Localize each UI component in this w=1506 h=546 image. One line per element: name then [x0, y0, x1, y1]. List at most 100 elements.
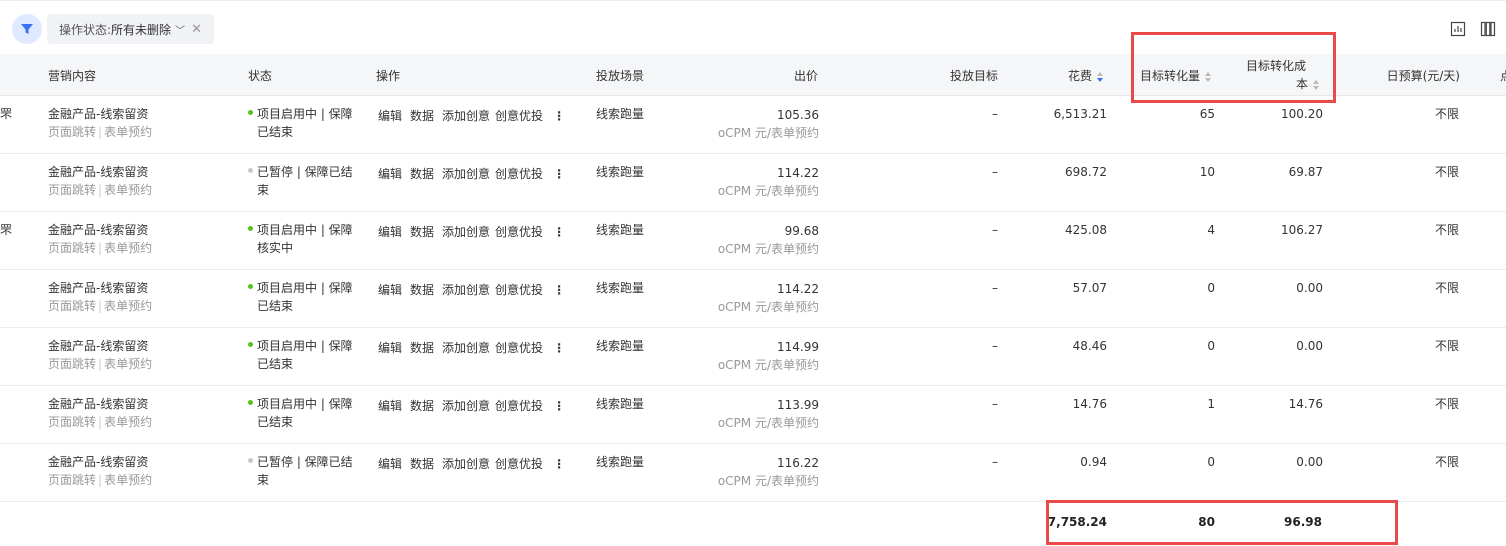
ops-cell: 编辑 数据 添加创意 创意优投 ⋮: [378, 281, 573, 299]
more-icon[interactable]: ⋮: [553, 225, 565, 239]
more-icon[interactable]: ⋮: [553, 457, 565, 471]
content-sub1: 页面跳转: [48, 125, 97, 139]
bid-cell: 116.22 oCPM 元/表单预约: [690, 454, 819, 490]
sort-desc-icon[interactable]: [1096, 71, 1104, 83]
conv-cost-cell: 0.00: [1296, 339, 1323, 353]
edit-link[interactable]: 编辑: [378, 341, 402, 355]
more-icon[interactable]: ⋮: [553, 283, 565, 297]
col-cut: 点: [1500, 67, 1506, 84]
status-text-1: 项目启用中 | 保障: [257, 397, 353, 411]
filter-tag-value: 所有未删除: [111, 22, 172, 37]
ops-cell: 编辑 数据 添加创意 创意优投 ⋮: [378, 223, 573, 241]
edit-link[interactable]: 编辑: [378, 457, 402, 471]
add-creative-link[interactable]: 添加创意: [442, 341, 490, 355]
content-sub2: 表单预约: [104, 415, 153, 429]
content-title[interactable]: 金融产品-线索留资: [48, 163, 152, 181]
edit-link[interactable]: 编辑: [378, 167, 402, 181]
creative-optimize-link[interactable]: 创意优投: [495, 341, 543, 355]
data-link[interactable]: 数据: [410, 341, 434, 355]
table-row: 金融产品-线索留资 页面跳转 | 表单预约 已暂停 | 保障已结 束 编辑 数据 添加创…: [0, 154, 1506, 212]
status-dot: [248, 342, 253, 347]
status-cell: 项目启用中 | 保障 已结束: [248, 105, 358, 141]
content-cell: 金融产品-线索留资 页面跳转 | 表单预约: [48, 221, 153, 255]
data-link[interactable]: 数据: [410, 283, 434, 297]
add-creative-link[interactable]: 添加创意: [442, 283, 490, 297]
conv-cell: 0: [1207, 339, 1215, 353]
edit-link[interactable]: 编辑: [378, 399, 402, 413]
creative-optimize-link[interactable]: 创意优投: [495, 457, 543, 471]
data-link[interactable]: 数据: [410, 225, 434, 239]
status-dot: [248, 168, 253, 173]
cost-cell: 0.94: [1080, 455, 1107, 469]
bid-cell: 105.36 oCPM 元/表单预约: [690, 106, 819, 142]
highlight-box-header: [1131, 32, 1336, 103]
more-icon[interactable]: ⋮: [553, 109, 565, 123]
table-row: 罘 金融产品-线索留资 页面跳转 | 表单预约 项目启用中 | 保障 核实中 编辑数…: [0, 212, 1506, 270]
content-title[interactable]: 金融产品-线索留资: [48, 453, 152, 471]
budget-cell: 不限: [1434, 281, 1459, 295]
content-cell: 金融产品-线索留资 页面跳转 | 表单预约: [48, 395, 153, 429]
more-icon[interactable]: ⋮: [553, 399, 565, 413]
creative-optimize-link[interactable]: 创意优投: [495, 225, 543, 239]
filter-button[interactable]: [12, 14, 42, 44]
status-cell: 项目启用中 | 保障 已结束: [248, 279, 358, 315]
conv-cell: 1: [1207, 397, 1215, 411]
bid-value: 116.22: [777, 456, 819, 470]
add-creative-link[interactable]: 添加创意: [442, 225, 490, 239]
content-title[interactable]: 金融产品-线索留资: [48, 395, 152, 413]
content-sub2: 表单预约: [104, 125, 153, 139]
col-cost-header[interactable]: 花费: [1040, 67, 1104, 84]
budget-cell: 不限: [1434, 223, 1459, 237]
bid-value: 99.68: [784, 224, 819, 238]
edit-link[interactable]: 编辑: [378, 225, 402, 239]
target-cell: –: [992, 339, 998, 353]
content-title[interactable]: 金融产品-线索留资: [48, 279, 152, 297]
close-icon[interactable]: ✕: [191, 22, 202, 37]
data-link[interactable]: 数据: [410, 457, 434, 471]
add-creative-link[interactable]: 添加创意: [442, 457, 490, 471]
add-creative-link[interactable]: 添加创意: [442, 399, 490, 413]
bid-cell: 99.68 oCPM 元/表单预约: [690, 222, 819, 258]
columns-icon[interactable]: [1480, 21, 1496, 37]
bid-value: 114.22: [777, 282, 819, 296]
bid-unit: oCPM 元/表单预约: [717, 474, 819, 488]
status-text-2: 已结束: [257, 357, 294, 371]
data-link[interactable]: 数据: [410, 399, 434, 413]
scene-cell: 线索跑量: [596, 455, 645, 469]
status-text-2: 束: [257, 473, 270, 487]
chevron-down-icon[interactable]: ﹀: [175, 22, 185, 37]
filter-tag[interactable]: 操作状态: 所有未删除 ﹀ ✕: [47, 14, 214, 44]
data-link[interactable]: 数据: [410, 167, 434, 181]
more-icon[interactable]: ⋮: [553, 167, 565, 181]
bid-value: 113.99: [777, 398, 819, 412]
creative-optimize-link[interactable]: 创意优投: [495, 399, 543, 413]
table-row: 金融产品-线索留资 页面跳转 | 表单预约 项目启用中 | 保障 已结束 编辑 数据添…: [0, 386, 1506, 444]
creative-optimize-link[interactable]: 创意优投: [495, 283, 543, 297]
edit-link[interactable]: 编辑: [378, 109, 402, 123]
col-target: 投放目标: [949, 69, 998, 83]
cost-cell: 6,513.21: [1053, 107, 1107, 121]
more-icon[interactable]: ⋮: [553, 341, 565, 355]
budget-cell: 不限: [1434, 397, 1459, 411]
content-cell: 金融产品-线索留资 页面跳转 | 表单预约: [48, 279, 153, 313]
add-creative-link[interactable]: 添加创意: [442, 109, 490, 123]
content-title[interactable]: 金融产品-线索留资: [48, 105, 152, 123]
cost-cell: 57.07: [1072, 281, 1107, 295]
creative-optimize-link[interactable]: 创意优投: [495, 167, 543, 181]
conv-cost-cell: 69.87: [1288, 165, 1323, 179]
content-title[interactable]: 金融产品-线索留资: [48, 221, 152, 239]
data-link[interactable]: 数据: [410, 109, 434, 123]
add-creative-link[interactable]: 添加创意: [442, 167, 490, 181]
creative-optimize-link[interactable]: 创意优投: [495, 109, 543, 123]
cost-cell: 425.08: [1065, 223, 1107, 237]
ops-cell: 编辑 数据 添加创意 创意优投 ⋮: [378, 339, 573, 357]
bid-cell: 114.22 oCPM 元/表单预约: [690, 280, 819, 316]
status-text-1: 项目启用中 | 保障: [257, 339, 353, 353]
scene-cell: 线索跑量: [596, 165, 645, 179]
chart-icon[interactable]: [1450, 21, 1466, 37]
cost-cell: 14.76: [1072, 397, 1107, 411]
ops-cell: 编辑 数据 添加创意 创意优投 ⋮: [378, 165, 573, 183]
row-edge-text: 罘: [0, 223, 13, 237]
content-title[interactable]: 金融产品-线索留资: [48, 337, 152, 355]
edit-link[interactable]: 编辑: [378, 283, 402, 297]
